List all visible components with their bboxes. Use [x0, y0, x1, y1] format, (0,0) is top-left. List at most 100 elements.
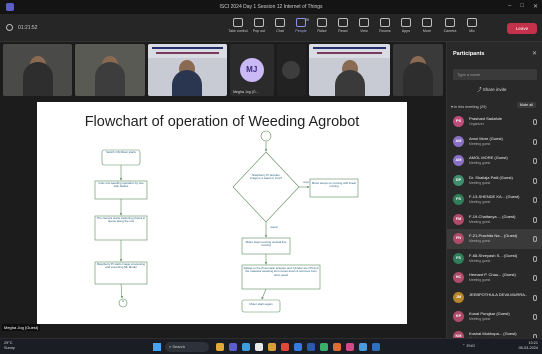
- language-indicator: ENG: [466, 343, 476, 348]
- mic-muted-icon: [533, 255, 537, 262]
- flow-decision-diamond: [232, 151, 300, 223]
- meeting-info: 01:21:52: [6, 24, 37, 31]
- taskbar-app-icon[interactable]: [372, 343, 380, 351]
- flow-label-end: Motor starts again: [249, 302, 273, 306]
- share-invite-label: Share invite: [482, 87, 507, 92]
- participant-row[interactable]: PS Prashant Sadafule Organizer: [447, 112, 542, 132]
- participant-name: F-68-Shreyash S... (Guest): [469, 252, 518, 258]
- participant-role: Meeting guest: [469, 219, 491, 224]
- participant-name: F-19-Chaitanya ... (Guest): [469, 213, 516, 219]
- pop-out-icon: [254, 18, 264, 27]
- mic-muted-icon: [533, 314, 537, 320]
- video-tile-participant-3[interactable]: [147, 44, 227, 96]
- flow-label-crop-box: Motor keeps on running with linear movin…: [311, 181, 357, 189]
- avatar: HC: [453, 272, 464, 283]
- window-controls: – □ ✕: [508, 3, 538, 10]
- flowchart: [94, 130, 359, 313]
- conference-banner: [309, 44, 391, 58]
- participant-list: PS Prashant Sadafule Organizer AM Amol More …: [447, 112, 542, 346]
- flow-label-weed: weed: [270, 225, 278, 229]
- taskbar-app-icon[interactable]: [320, 343, 328, 351]
- avatar: DP: [453, 174, 464, 186]
- avatar: JM: [453, 291, 464, 303]
- video-tile-participant-1[interactable]: [3, 44, 73, 96]
- minimize-button[interactable]: –: [508, 3, 511, 10]
- participant-row[interactable]: AM Amol More (Guest) Meeting guest: [447, 132, 542, 152]
- participant-body: [334, 70, 365, 96]
- flow-label-connector-a: A: [122, 299, 124, 303]
- avatar: AM: [453, 135, 464, 147]
- clock-date: 05-03-2024: [518, 346, 538, 350]
- start-menu-icon[interactable]: [153, 343, 161, 351]
- weather-widget[interactable]: 29°C Sunny: [4, 341, 15, 351]
- leave-button[interactable]: Leave: [507, 23, 537, 34]
- toolbar-mic-button[interactable]: Mic: [460, 18, 484, 33]
- maximize-button[interactable]: □: [520, 3, 524, 10]
- participant-row[interactable]: JM JEEBPOTHULA DEVA MURRA...: [447, 288, 542, 308]
- meeting-timer: 01:21:52: [18, 24, 38, 31]
- taskbar-app-icon[interactable]: [333, 343, 341, 351]
- participant-body: [95, 62, 126, 96]
- chat-icon: [275, 18, 285, 27]
- participant-name: F-21-Prachita Na... (Guest): [469, 233, 518, 238]
- participant-row[interactable]: FN F-21-Prachita Na... (Guest) Meeting gue…: [447, 229, 542, 249]
- participant-row[interactable]: FS F-13-SHENDE KA... (Guest) Meeting guest: [447, 190, 542, 210]
- flow-label-inter-row: Inter-row weeding operation by two side …: [98, 181, 144, 189]
- mic-muted-icon: [533, 275, 537, 281]
- panel-title: Participants: [453, 51, 485, 57]
- taskbar-app-icon[interactable]: [346, 343, 354, 351]
- flow-label-raspberry: Raspberry Pi starts image processing and…: [96, 262, 146, 270]
- video-tile-participant-4[interactable]: [309, 44, 391, 96]
- share-invite-button[interactable]: ⤴ Share invite: [477, 87, 507, 93]
- avatar: MJ: [239, 58, 264, 82]
- teams-meeting-window: ISCI 2024 Day 1 Session 12 Internet of T…: [0, 0, 542, 354]
- taskbar-app-icon[interactable]: [242, 343, 250, 351]
- video-tile-participant-2[interactable]: [75, 44, 145, 96]
- mic-muted-icon: [533, 119, 537, 125]
- taskbar-app-icon[interactable]: [255, 343, 263, 351]
- view-icon: [359, 18, 369, 27]
- people-count-badge: 29: [305, 18, 309, 22]
- participant-row[interactable]: FM F-19-Chaitanya ... (Guest) Meeting gues…: [447, 210, 542, 230]
- video-tile-avatar[interactable]: MJ Megha Jog (G...: [229, 44, 274, 96]
- meeting-stage: MJ Megha Jog (G... Flowchart of operatio…: [0, 42, 446, 338]
- participant-row[interactable]: KP Kunal Pungkar (Guest) Meeting guest: [447, 307, 542, 327]
- participant-role: Meeting guest: [469, 278, 491, 282]
- taskbar-app-icon[interactable]: [229, 343, 237, 351]
- taskbar-app-icon[interactable]: [281, 343, 289, 351]
- camera-icon: [445, 18, 455, 27]
- participant-role: Organizer: [469, 122, 484, 126]
- take-control-icon: [233, 18, 243, 27]
- title-bar: ISCI 2024 Day 1 Session 12 Internet of T…: [0, 0, 542, 14]
- clock[interactable]: 10:21 05-03-2024: [519, 341, 538, 351]
- toolbar-more-button[interactable]: More: [415, 18, 439, 33]
- taskbar-app-icon[interactable]: [268, 343, 276, 351]
- video-tile-blank[interactable]: [276, 44, 307, 96]
- taskbar-app-icon[interactable]: [216, 343, 224, 351]
- toolbar-button-label: Camera: [443, 29, 457, 33]
- participants-section-header[interactable]: ▾ In this meeting (29): [451, 104, 486, 109]
- taskbar-app-icon[interactable]: [294, 343, 302, 351]
- taskbar-search-box[interactable]: ⌕ Search: [165, 342, 209, 352]
- close-panel-icon[interactable]: ✕: [532, 50, 537, 57]
- taskbar-app-icon[interactable]: [307, 343, 315, 351]
- participant-row[interactable]: AM AMOL MORE (Guest) Meeting guest: [447, 151, 542, 171]
- mute-all-button[interactable]: Mute all: [516, 102, 536, 108]
- conference-banner: [147, 44, 227, 58]
- participant-row[interactable]: HC Hemant P. Chau... (Guest) Meeting guest: [447, 268, 542, 288]
- meeting-details-icon[interactable]: [6, 24, 13, 31]
- toolbar-camera-button[interactable]: Camera: [438, 18, 462, 33]
- system-tray-icons[interactable]: ⌃ ENG: [462, 343, 475, 348]
- taskbar-app-icon[interactable]: [359, 343, 367, 351]
- mic-muted-icon: [533, 236, 537, 242]
- placeholder-avatar: [282, 61, 301, 79]
- participant-row[interactable]: DP Dr. Shailaja Patil (Guest) Meeting gues…: [447, 171, 542, 191]
- participant-search-input[interactable]: Type a name: [453, 69, 537, 80]
- participant-row[interactable]: FS F-68-Shreyash S... (Guest) Meeting gues…: [447, 249, 542, 269]
- close-window-button[interactable]: ✕: [533, 3, 538, 10]
- video-tile-participant-5[interactable]: [393, 44, 444, 96]
- raise-hand-icon: [317, 18, 327, 27]
- flow-connector-top: [260, 130, 272, 142]
- mic-muted-icon: [533, 158, 537, 164]
- avatar-caption: Megha Jog (G...: [232, 90, 259, 94]
